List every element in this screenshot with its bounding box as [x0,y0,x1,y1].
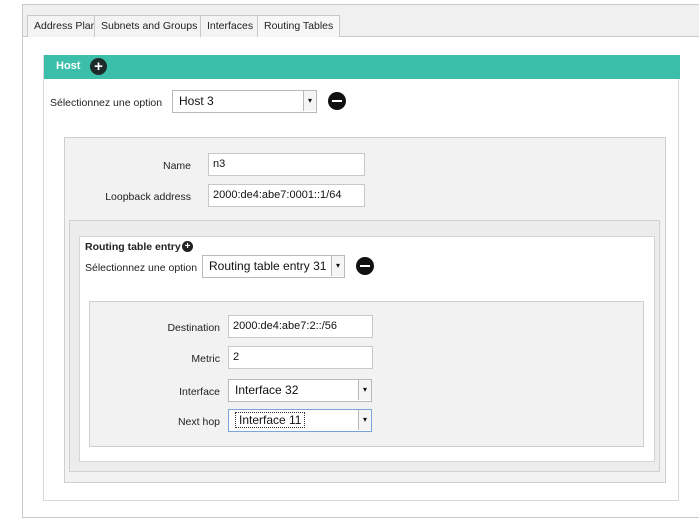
tab-interfaces[interactable]: Interfaces [200,15,261,37]
add-routing-entry-icon[interactable]: + [182,241,193,252]
tab-routing-tables[interactable]: Routing Tables [257,15,341,37]
routing-select-label: Sélectionnez une option [85,262,198,274]
nexthop-select-value: Interface 11 [235,412,306,428]
nexthop-label: Next hop [177,416,220,428]
add-host-icon[interactable]: + [90,58,107,75]
metric-field[interactable]: 2 [228,346,373,369]
host-title: Host [56,60,81,72]
remove-routing-entry-icon[interactable] [356,257,374,275]
tab-address-plan[interactable]: Address Plan [27,15,104,37]
name-label: Name [162,160,191,172]
name-field[interactable]: n3 [208,153,365,176]
nexthop-select[interactable]: Interface 11 ▾ [228,409,372,432]
routing-outer-box: Routing table entry + Sélectionnez une o… [69,220,660,472]
destination-label: Destination [167,322,220,334]
routing-entry-panel: Routing table entry + Sélectionnez une o… [79,236,655,462]
main-frame: Address Plan Subnets and Groups Interfac… [22,4,699,518]
tab-bar: Address Plan Subnets and Groups Interfac… [23,5,699,37]
host-select-value: Host 3 [179,94,214,108]
loopback-field[interactable]: 2000:de4:abe7:0001::1/64 [208,184,365,207]
loopback-label: Loopback address [105,191,191,203]
host-select[interactable]: Host 3 ▾ [172,90,317,113]
interface-label: Interface [179,386,220,398]
interface-select-value: Interface 32 [235,383,299,397]
host-panel: Host + Sélectionnez une option Host 3 ▾ … [43,55,680,501]
chevron-down-icon: ▾ [303,91,316,111]
host-header: Host + [44,55,680,79]
routing-details-box: Destination 2000:de4:abe7:2::/56 Metric … [89,301,644,447]
routing-entry-select[interactable]: Routing table entry 31 ▾ [202,255,345,278]
routing-entry-title: Routing table entry [85,241,181,253]
host-details-box: Name n3 Loopback address 2000:de4:abe7:0… [64,137,666,483]
chevron-down-icon: ▾ [358,380,371,400]
interface-select[interactable]: Interface 32 ▾ [228,379,372,402]
tab-subnets-and-groups[interactable]: Subnets and Groups [94,15,205,37]
chevron-down-icon: ▾ [358,410,371,430]
remove-host-icon[interactable] [328,92,346,110]
chevron-down-icon: ▾ [331,256,344,276]
host-select-label: Sélectionnez une option [50,97,163,109]
routing-entry-select-value: Routing table entry 31 [209,259,327,273]
metric-label: Metric [191,353,220,365]
destination-field[interactable]: 2000:de4:abe7:2::/56 [228,315,373,338]
